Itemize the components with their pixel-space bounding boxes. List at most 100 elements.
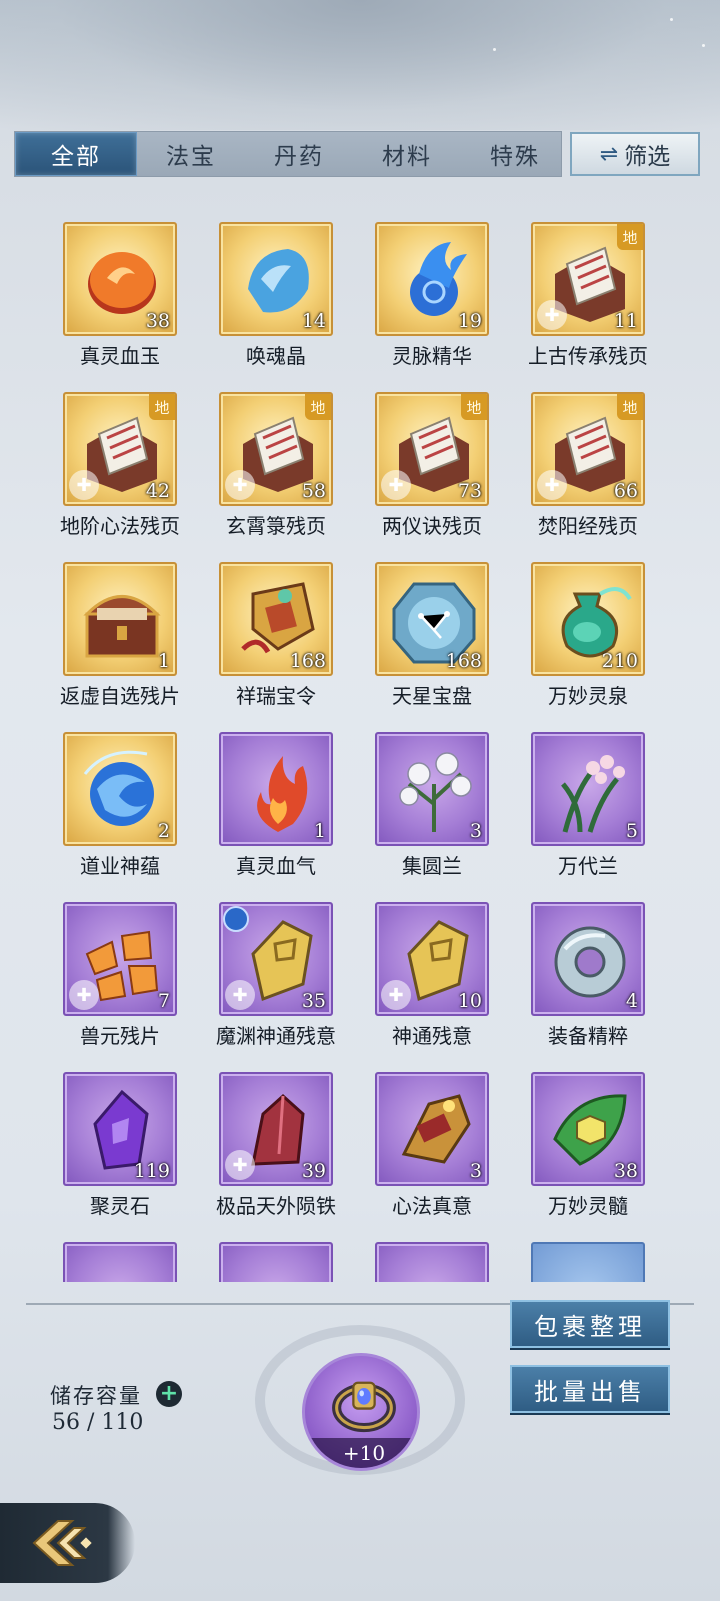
item-slot[interactable]: [531, 1242, 645, 1282]
fragment-icon: ✚: [225, 470, 255, 500]
item-slot[interactable]: 168: [219, 562, 333, 676]
item-count: 3: [469, 1160, 482, 1182]
back-button[interactable]: [0, 1503, 135, 1583]
inventory-item[interactable]: ✚ 7 兽元残片: [40, 890, 200, 1050]
pink-orchid-icon: [561, 755, 625, 833]
jade-ring-icon: [554, 926, 626, 998]
inventory-item[interactable]: 1 返虚自选残片: [40, 550, 200, 710]
inventory-item[interactable]: 168 天星宝盘: [352, 550, 512, 710]
back-arrow-icon: [32, 1520, 92, 1566]
category-tabs: 全部 法宝 丹药 材料 特殊: [14, 131, 562, 177]
item-slot[interactable]: 38: [63, 222, 177, 336]
item-slot[interactable]: 地 ✚ 58: [219, 392, 333, 506]
item-count: 5: [625, 820, 638, 842]
item-slot[interactable]: 2: [63, 732, 177, 846]
item-name: 灵脉精华: [392, 344, 472, 368]
inventory-item[interactable]: 地 ✚ 42 地阶心法残页: [40, 380, 200, 540]
item-slot[interactable]: 4: [531, 902, 645, 1016]
item-slot[interactable]: 地 ✚ 42: [63, 392, 177, 506]
inventory-item[interactable]: ✚ 10 神通残意: [352, 890, 512, 1050]
grade-badge: 地: [617, 224, 643, 250]
item-name: 天星宝盘: [392, 684, 472, 708]
tab-special[interactable]: 特殊: [461, 132, 569, 176]
item-count: 19: [457, 310, 482, 332]
inventory-item[interactable]: 地 ✚ 11 上古传承残页: [508, 210, 668, 370]
inventory-item[interactable]: 19 灵脉精华: [352, 210, 512, 370]
plus-icon: +: [159, 1381, 179, 1406]
inventory-item[interactable]: 5 万代兰: [508, 720, 668, 880]
fragment-icon: ✚: [225, 1150, 255, 1180]
item-slot[interactable]: 168: [375, 562, 489, 676]
inventory-item[interactable]: [196, 1230, 356, 1282]
item-slot[interactable]: ✚ 35: [219, 902, 333, 1016]
inventory-item[interactable]: 2 道业神蕴: [40, 720, 200, 880]
item-slot[interactable]: [219, 1242, 333, 1282]
grade-badge: 地: [149, 394, 175, 420]
item-slot[interactable]: ✚ 39: [219, 1072, 333, 1186]
sparkle: [493, 48, 496, 51]
item-name: 真灵血玉: [80, 344, 160, 368]
inventory-item[interactable]: 地 ✚ 58 玄霄箓残页: [196, 380, 356, 540]
inventory-item[interactable]: 地 ✚ 73 两仪诀残页: [352, 380, 512, 540]
item-slot[interactable]: [375, 1242, 489, 1282]
inventory-item[interactable]: ✚ 35 魔渊神通残意: [196, 890, 356, 1050]
inventory-item[interactable]: [352, 1230, 512, 1282]
sky-background: [0, 0, 720, 130]
inventory-item[interactable]: 3 集圆兰: [352, 720, 512, 880]
item-slot[interactable]: 地 ✚ 11: [531, 222, 645, 336]
inventory-item[interactable]: 38 万妙灵髓: [508, 1060, 668, 1220]
inventory-item[interactable]: 168 祥瑞宝令: [196, 550, 356, 710]
item-slot[interactable]: 38: [531, 1072, 645, 1186]
item-slot[interactable]: 1: [63, 562, 177, 676]
item-count: 210: [601, 650, 638, 672]
inventory-item[interactable]: 38 真灵血玉: [40, 210, 200, 370]
tab-all[interactable]: 全部: [15, 132, 137, 176]
inventory-item[interactable]: 3 心法真意: [352, 1060, 512, 1220]
tab-artifacts[interactable]: 法宝: [137, 132, 245, 176]
inventory-item[interactable]: 119 聚灵石: [40, 1060, 200, 1220]
item-slot[interactable]: 地 ✚ 73: [375, 392, 489, 506]
inventory-item[interactable]: 210 万妙灵泉: [508, 550, 668, 710]
item-slot[interactable]: 3: [375, 732, 489, 846]
blue-swirl-orb-icon: [83, 750, 154, 826]
inventory-item[interactable]: 地 ✚ 66 焚阳经残页: [508, 380, 668, 540]
item-name: 万妙灵髓: [548, 1194, 628, 1218]
tab-pills[interactable]: 丹药: [245, 132, 353, 176]
grade-badge: 地: [617, 394, 643, 420]
item-count: 35: [301, 990, 326, 1012]
equipped-item-slot[interactable]: +10: [302, 1353, 420, 1471]
item-name: 装备精粹: [548, 1024, 628, 1048]
tab-materials[interactable]: 材料: [353, 132, 461, 176]
filter-label: 筛选: [624, 144, 671, 170]
ring-equipment-icon: [332, 1381, 396, 1433]
item-slot[interactable]: 19: [375, 222, 489, 336]
inventory-item[interactable]: [508, 1230, 668, 1282]
item-slot[interactable]: 5: [531, 732, 645, 846]
item-count: 168: [445, 650, 482, 672]
inventory-item[interactable]: ✚ 39 极品天外陨铁: [196, 1060, 356, 1220]
item-slot[interactable]: [63, 1242, 177, 1282]
item-slot[interactable]: 1: [219, 732, 333, 846]
item-slot[interactable]: ✚ 7: [63, 902, 177, 1016]
filter-button[interactable]: ⇌ 筛选: [570, 132, 700, 176]
bulk-sell-button[interactable]: 批量出售: [510, 1365, 670, 1413]
expand-storage-button[interactable]: +: [156, 1381, 182, 1407]
item-slot[interactable]: 14: [219, 222, 333, 336]
inventory-item[interactable]: [40, 1230, 200, 1282]
item-name: 魔渊神通残意: [216, 1024, 336, 1048]
item-slot[interactable]: ✚ 10: [375, 902, 489, 1016]
inventory-item[interactable]: 4 装备精粹: [508, 890, 668, 1050]
item-slot[interactable]: 119: [63, 1072, 177, 1186]
item-slot[interactable]: 地 ✚ 66: [531, 392, 645, 506]
item-count: 10: [457, 990, 482, 1012]
item-slot[interactable]: 210: [531, 562, 645, 676]
inventory-item[interactable]: 14 唤魂晶: [196, 210, 356, 370]
item-count: 11: [613, 310, 638, 332]
organize-bag-button[interactable]: 包裹整理: [510, 1300, 670, 1348]
item-slot[interactable]: 3: [375, 1072, 489, 1186]
item-name: 真灵血气: [236, 854, 316, 878]
white-orchid-icon: [399, 752, 472, 832]
item-name: 兽元残片: [80, 1024, 160, 1048]
item-name: 返虚自选残片: [60, 684, 180, 708]
inventory-item[interactable]: 1 真灵血气: [196, 720, 356, 880]
